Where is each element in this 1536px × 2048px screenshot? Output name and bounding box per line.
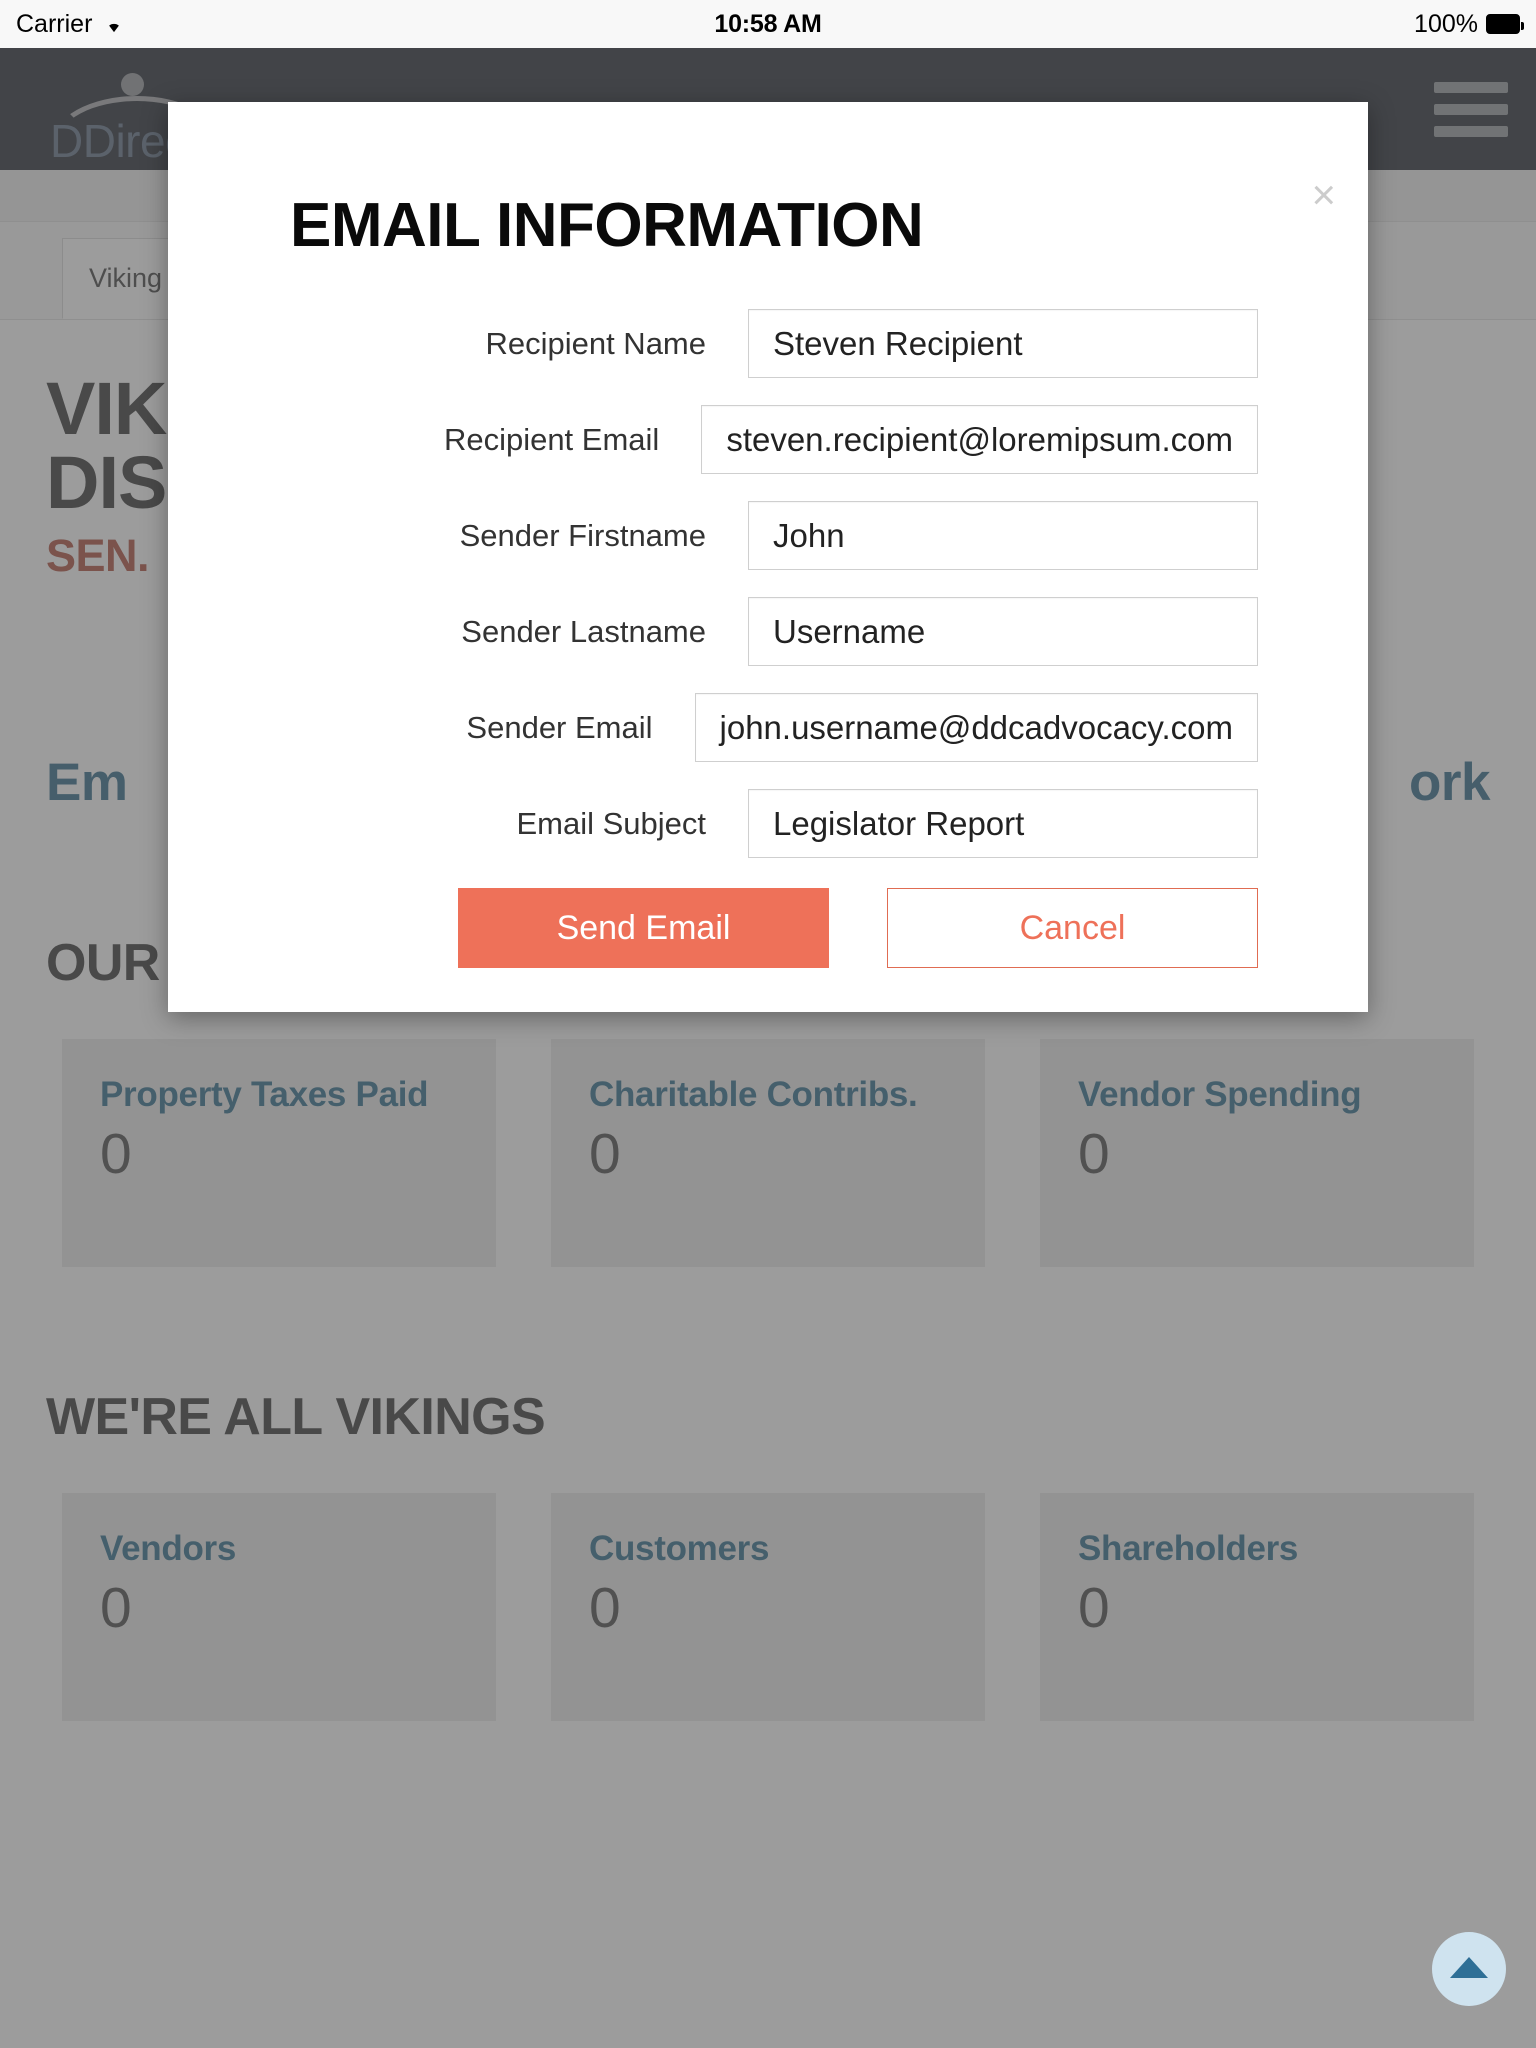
email-information-modal: × EMAIL INFORMATION Recipient Name Steve… <box>168 102 1368 1012</box>
stat-card[interactable]: Charitable Contribs. 0 <box>551 1039 985 1267</box>
cancel-button[interactable]: Cancel <box>887 888 1258 968</box>
vikings-section-title: WE'RE ALL VIKINGS <box>46 1388 546 1446</box>
hamburger-bar <box>1434 81 1508 93</box>
form-row: Sender Firstname John <box>168 501 1258 570</box>
page-title-line1: VIK <box>46 367 167 450</box>
hamburger-bar <box>1434 103 1508 115</box>
stat-card[interactable]: Vendor Spending 0 <box>1040 1039 1474 1267</box>
stat-card-value: 0 <box>1078 1122 1110 1186</box>
ios-status-bar: Carrier 10:58 AM 100% <box>0 0 1536 48</box>
form-row: Recipient Email steven.recipient@loremip… <box>168 405 1258 474</box>
recipient-email-label: Recipient Email <box>443 421 660 457</box>
app-root: Carrier 10:58 AM 100% DDirec Viking VIK … <box>0 0 1536 2048</box>
stat-card-title: Charitable Contribs. <box>589 1075 918 1114</box>
form-row: Email Subject Legislator Report <box>168 789 1258 858</box>
form-row: Sender Lastname Username <box>168 597 1258 666</box>
stat-card-value: 0 <box>100 1122 132 1186</box>
chevron-up-icon <box>1450 1956 1488 1978</box>
close-icon[interactable]: × <box>1311 174 1336 216</box>
sender-firstname-label: Sender Firstname <box>459 517 706 553</box>
stat-card[interactable]: Property Taxes Paid 0 <box>62 1039 496 1267</box>
presence-cards: Property Taxes Paid 0 Charitable Contrib… <box>0 1039 1536 1267</box>
stat-card-value: 0 <box>1078 1576 1110 1640</box>
email-form: Recipient Name Steven Recipient Recipien… <box>168 309 1368 858</box>
status-bar-right: 100% <box>1414 0 1524 48</box>
sender-firstname-input[interactable]: John <box>748 501 1258 570</box>
page-title-line2: DIS <box>46 441 167 524</box>
stat-card-title: Shareholders <box>1078 1529 1299 1568</box>
form-row: Sender Email john.username@ddcadvocacy.c… <box>168 693 1258 762</box>
stat-card[interactable]: Customers 0 <box>551 1493 985 1721</box>
modal-actions: Send Email Cancel <box>168 888 1368 968</box>
logo-text: DDirec <box>50 115 188 167</box>
sender-email-input[interactable]: john.username@ddcadvocacy.com <box>694 693 1258 762</box>
modal-title: EMAIL INFORMATION <box>290 191 924 260</box>
stat-card-value: 0 <box>589 1122 621 1186</box>
send-email-button[interactable]: Send Email <box>458 888 829 968</box>
form-row: Recipient Name Steven Recipient <box>168 309 1258 378</box>
scroll-to-top-button[interactable] <box>1432 1932 1506 2006</box>
logo-dot-icon <box>121 73 144 96</box>
email-subject-input[interactable]: Legislator Report <box>748 789 1258 858</box>
sender-lastname-input[interactable]: Username <box>748 597 1258 666</box>
stat-card-title: Vendors <box>100 1529 237 1568</box>
sender-lastname-label: Sender Lastname <box>461 613 706 649</box>
email-headline-left: Em <box>46 753 128 812</box>
battery-percent-label: 100% <box>1414 9 1478 38</box>
tab-label: Viking <box>89 263 163 293</box>
battery-full-icon <box>1486 14 1524 34</box>
clock-label: 10:58 AM <box>714 9 822 38</box>
hamburger-bar <box>1434 125 1508 137</box>
status-bar-time: 10:58 AM <box>0 0 1536 48</box>
email-subject-label: Email Subject <box>516 805 706 841</box>
stat-card-value: 0 <box>589 1576 621 1640</box>
recipient-name-label: Recipient Name <box>485 325 706 361</box>
stat-card-title: Vendor Spending <box>1078 1075 1362 1114</box>
recipient-email-input[interactable]: steven.recipient@loremipsum.com <box>701 405 1258 474</box>
vikings-cards: Vendors 0 Customers 0 Shareholders 0 <box>0 1493 1536 1721</box>
stat-card-title: Customers <box>589 1529 770 1568</box>
stat-card-value: 0 <box>100 1576 132 1640</box>
stat-card[interactable]: Shareholders 0 <box>1040 1493 1474 1721</box>
sender-email-label: Sender Email <box>466 709 653 745</box>
email-headline-right: ork <box>1409 753 1490 812</box>
hamburger-menu-icon[interactable] <box>1434 81 1508 137</box>
recipient-name-input[interactable]: Steven Recipient <box>748 309 1258 378</box>
stat-card[interactable]: Vendors 0 <box>62 1493 496 1721</box>
stat-card-title: Property Taxes Paid <box>100 1075 429 1114</box>
